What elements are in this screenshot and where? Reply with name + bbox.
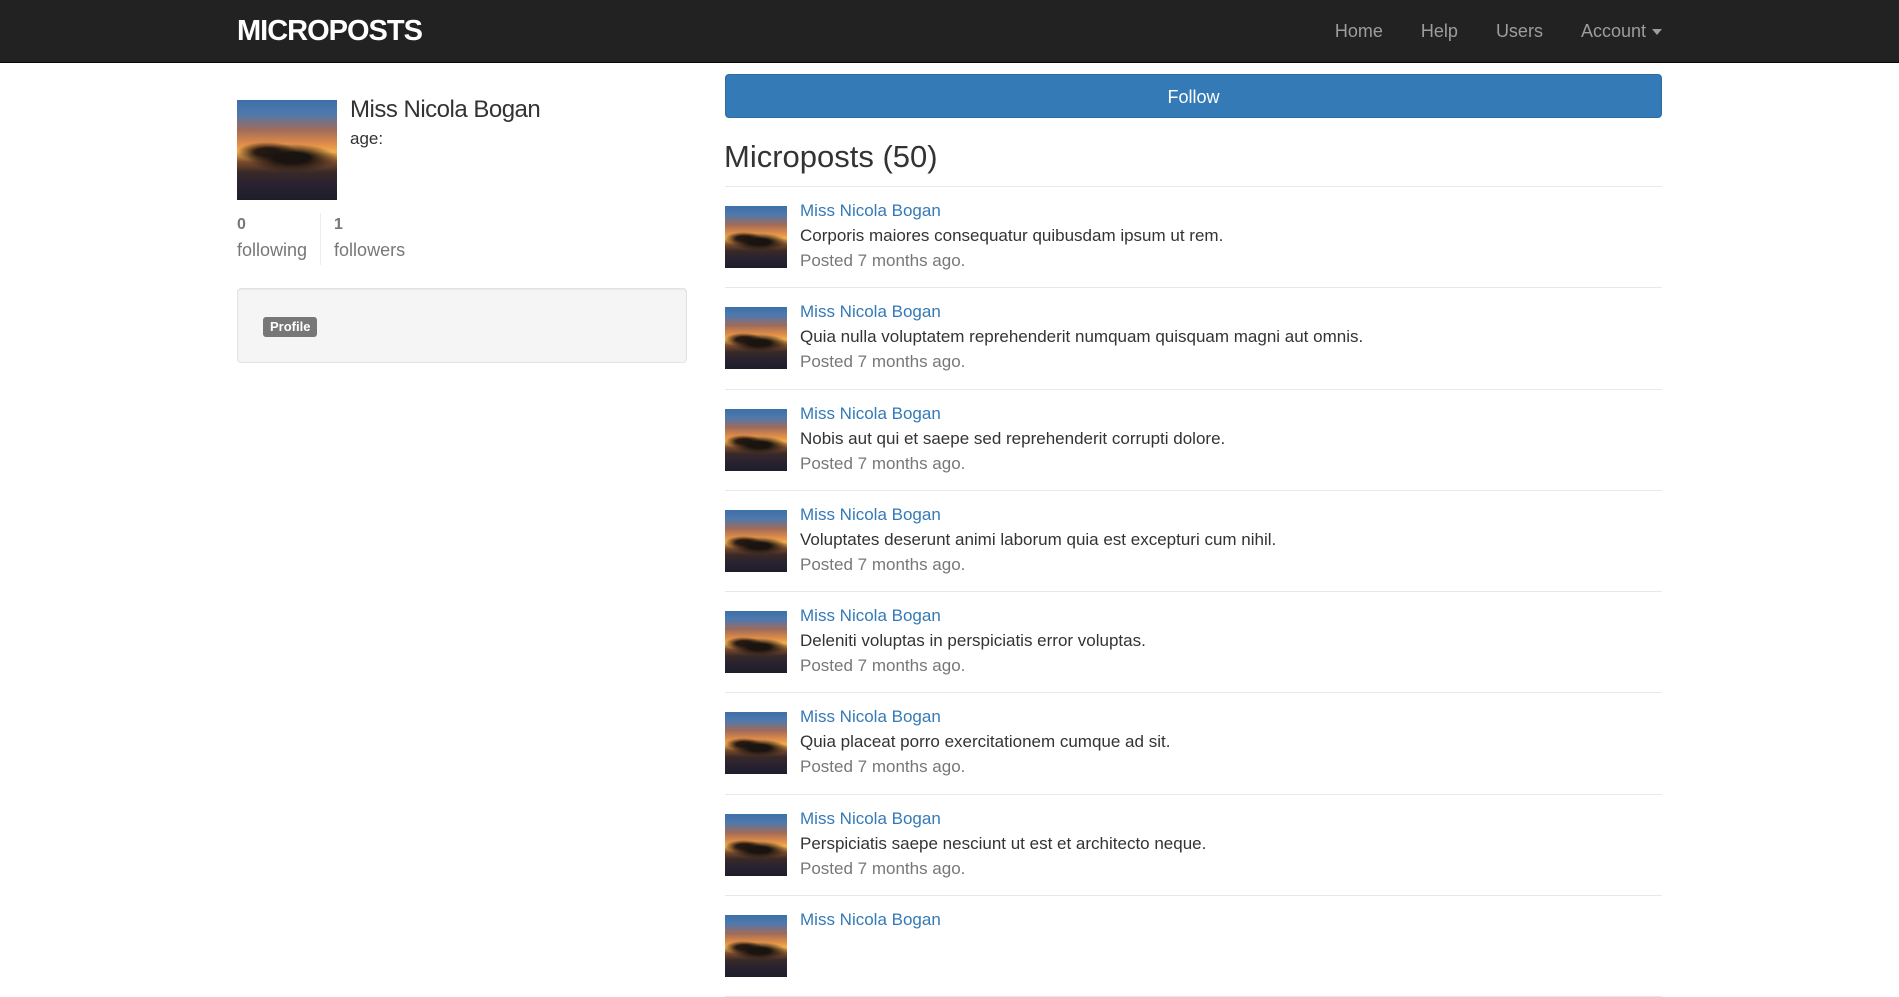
post-timestamp: Posted 7 months ago. (800, 251, 966, 270)
post-timestamp: Posted 7 months ago. (800, 352, 966, 372)
micropost-item: Miss Nicola Bogan Nobis aut qui et saepe… (725, 390, 1662, 491)
main-nav: Home Help Users Account (1297, 0, 1662, 62)
post-user-link[interactable]: Miss Nicola Bogan (800, 909, 941, 931)
post-timestamp: Posted 7 months ago. (800, 858, 966, 878)
profile-badge[interactable]: Profile (263, 317, 318, 337)
post-user-link[interactable]: Miss Nicola Bogan (800, 200, 941, 222)
nav-help-link[interactable]: Help (1421, 0, 1458, 62)
post-avatar[interactable] (725, 813, 787, 876)
account-label: Account (1580, 21, 1646, 41)
post-content: Perspiciatis saepe nesciunt ut est et ar… (800, 833, 1207, 853)
micropost-item: Miss Nicola Bogan Corporis maiores conse… (725, 187, 1662, 289)
post-avatar[interactable] (725, 611, 787, 674)
post-avatar[interactable] (725, 206, 787, 268)
post-user-link[interactable]: Miss Nicola Bogan (800, 504, 941, 526)
followers-stat-link[interactable]: 1 followers (320, 213, 418, 265)
post-avatar[interactable] (725, 307, 787, 370)
post-avatar[interactable] (725, 915, 787, 978)
micropost-item: Miss Nicola Bogan Quia nulla voluptatem … (725, 288, 1662, 390)
micropost-item: Miss Nicola Bogan Perspiciatis saepe nes… (725, 795, 1662, 897)
post-content: Deleniti voluptas in perspiciatis error … (800, 631, 1146, 651)
post-content: Quia nulla voluptatem reprehenderit numq… (800, 327, 1364, 347)
post-timestamp: Posted 7 months ago. (800, 453, 966, 473)
followers-label: followers (334, 240, 406, 260)
post-user-link[interactable]: Miss Nicola Bogan (800, 301, 941, 323)
following-label: following (237, 240, 308, 260)
nav-account-dropdown[interactable]: Account (1581, 0, 1662, 62)
nav-users-link[interactable]: Users (1496, 0, 1543, 62)
post-user-link[interactable]: Miss Nicola Bogan (800, 605, 941, 627)
caret-down-icon (1652, 29, 1662, 36)
post-avatar[interactable] (725, 712, 787, 775)
post-avatar[interactable] (725, 509, 787, 572)
post-user-link[interactable]: Miss Nicola Bogan (800, 808, 941, 830)
post-timestamp: Posted 7 months ago. (800, 656, 966, 676)
micropost-item: Miss Nicola Bogan Voluptates deserunt an… (725, 491, 1662, 593)
profile-panel: Profile (237, 288, 687, 363)
post-content: Quia placeat porro exercitationem cumque… (800, 732, 1171, 752)
micropost-item: Miss Nicola Bogan Deleniti voluptas in p… (725, 592, 1662, 694)
following-count: 0 (237, 216, 246, 233)
post-user-link[interactable]: Miss Nicola Bogan (800, 706, 941, 728)
profile-name: Miss Nicola Bogan (350, 96, 541, 123)
top-navbar: MICROPOSTS Home Help Users Account (0, 0, 1899, 63)
post-content: Corporis maiores consequatur quibusdam i… (800, 226, 1224, 245)
followers-count: 1 (334, 216, 343, 233)
micropost-item: Miss Nicola Bogan (725, 896, 1662, 997)
micropost-item: Miss Nicola Bogan Quia placeat porro exe… (725, 693, 1662, 795)
microposts-heading: Microposts (50) (724, 139, 938, 174)
profile-avatar (237, 100, 337, 200)
post-user-link[interactable]: Miss Nicola Bogan (800, 403, 941, 425)
nav-home-link[interactable]: Home (1335, 0, 1383, 62)
post-timestamp: Posted 7 months ago. (800, 757, 966, 777)
profile-stats: 0 following 1 followers (237, 213, 418, 265)
profile-age: age: (350, 129, 384, 148)
post-content: Nobis aut qui et saepe sed reprehenderit… (800, 428, 1226, 448)
post-content: Voluptates deserunt animi laborum quia e… (800, 529, 1277, 549)
post-avatar[interactable] (725, 408, 787, 471)
following-stat-link[interactable]: 0 following (237, 213, 320, 265)
post-timestamp: Posted 7 months ago. (800, 554, 966, 574)
micropost-feed: Miss Nicola Bogan Corporis maiores conse… (725, 186, 1662, 997)
brand-logo-link[interactable]: MICROPOSTS (237, 14, 423, 48)
follow-button[interactable]: Follow (725, 74, 1662, 118)
